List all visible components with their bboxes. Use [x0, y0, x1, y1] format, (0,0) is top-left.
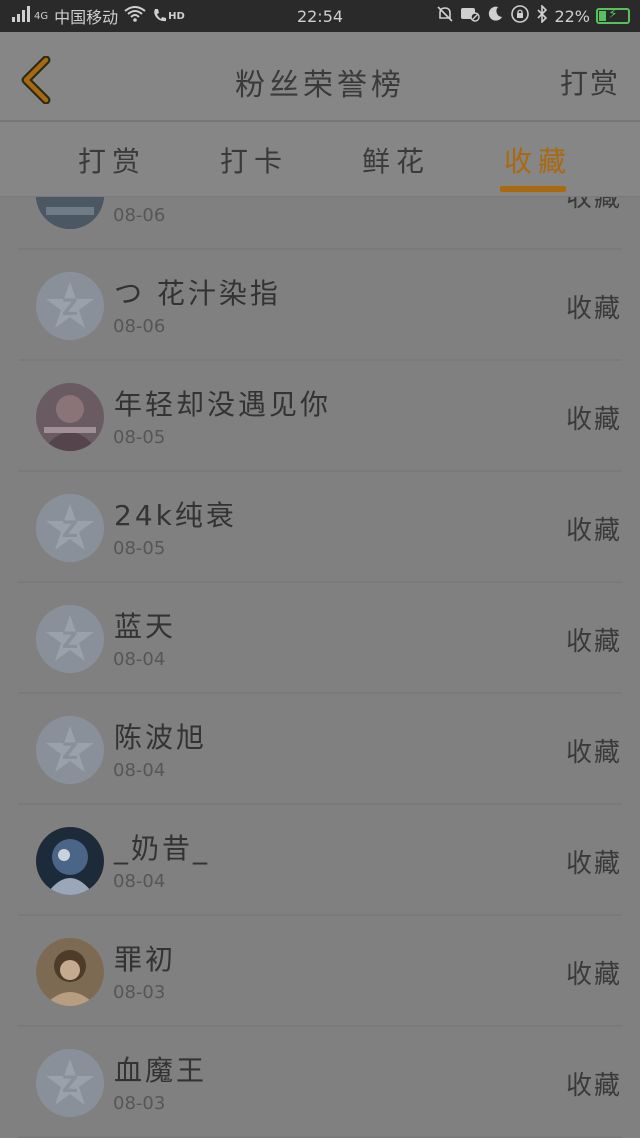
date: 08-03 — [113, 982, 166, 1003]
active-tab-indicator — [500, 186, 566, 192]
tab-flowers[interactable]: 鲜花 — [362, 140, 430, 180]
date: 08-03 — [113, 1093, 166, 1114]
mute-icon — [436, 5, 454, 27]
date: 08-04 — [113, 649, 166, 670]
avatar — [36, 827, 104, 895]
favorite-label: 收藏 — [565, 738, 622, 768]
list-item[interactable]: Z 陈波旭 08-04 收藏 — [0, 694, 640, 805]
favorite-label: 收藏 — [565, 627, 622, 657]
fan-name: 24k纯衰 — [114, 499, 237, 532]
hd-label: HD — [168, 10, 185, 22]
svg-text:Z: Z — [62, 1073, 78, 1098]
avatar — [36, 383, 104, 451]
favorite-label: 收藏 — [565, 516, 622, 546]
list-item[interactable]: Z 24k纯衰 08-05 收藏 — [0, 472, 640, 583]
lock-rotation-icon — [510, 4, 530, 28]
list-item[interactable]: Z 血魔王 08-03 收藏 — [0, 1027, 640, 1138]
fan-name: つ 花汁染指 — [114, 277, 281, 310]
date: 08-05 — [113, 427, 166, 448]
signal-icon — [10, 6, 32, 26]
svg-text:Z: Z — [62, 296, 78, 321]
battery-percent: 22% — [554, 6, 590, 26]
tip-button[interactable]: 打赏 — [560, 62, 620, 102]
moon-icon — [486, 5, 504, 27]
default-avatar-icon: Z — [36, 494, 104, 562]
date: 08-06 — [113, 205, 166, 226]
list-item[interactable]: Z 蓝天 08-04 收藏 — [0, 583, 640, 694]
bluetooth-icon — [536, 4, 548, 27]
favorite-label: 收藏 — [565, 960, 622, 990]
date: 08-04 — [113, 760, 166, 781]
favorite-label: 收藏 — [565, 294, 622, 324]
date: 08-05 — [113, 538, 166, 559]
call-hd-icon: HD — [152, 8, 185, 24]
status-bar: 4G 中国移动 HD 22:54 22% ⚡ — [0, 0, 640, 32]
default-avatar-icon: Z — [36, 605, 104, 673]
list-item[interactable]: Z つ 花汁染指 08-06 收藏 — [0, 250, 640, 361]
date: 08-06 — [113, 316, 166, 337]
default-avatar-icon: Z — [36, 1049, 104, 1117]
fan-name: _奶昔_ — [114, 832, 211, 865]
tab-checkin[interactable]: 打卡 — [220, 140, 288, 180]
favorite-label: 收藏 — [565, 1071, 622, 1101]
favorite-label: 收藏 — [565, 405, 622, 435]
date: 08-04 — [113, 871, 166, 892]
svg-text:Z: Z — [62, 629, 78, 654]
fan-name: 血魔王 — [114, 1054, 208, 1087]
dnd-icon — [460, 5, 481, 27]
tab-tip[interactable]: 打赏 — [78, 140, 146, 180]
fan-name: 年轻却没遇见你 — [114, 388, 332, 421]
wifi-icon — [124, 6, 146, 26]
fan-name: 蓝天 — [114, 610, 177, 643]
network-type: 4G — [34, 10, 49, 22]
carrier-name: 中国移动 — [54, 8, 119, 27]
list-item[interactable]: _奶昔_ 08-04 收藏 — [0, 805, 640, 916]
header: 粉丝荣誉榜 打赏 — [0, 32, 640, 120]
tab-bar: 打赏 打卡 鲜花 收藏 — [0, 122, 640, 197]
battery-charging-icon: ⚡ — [596, 7, 630, 24]
list-item[interactable]: 08-06 收藏 — [0, 197, 640, 250]
avatar — [36, 938, 104, 1006]
fan-name: 罪初 — [114, 943, 177, 976]
favorite-label: 收藏 — [565, 197, 622, 213]
favorite-label: 收藏 — [565, 849, 622, 879]
svg-text:Z: Z — [62, 740, 78, 765]
tab-favorites[interactable]: 收藏 — [504, 140, 572, 180]
page-title: 粉丝荣誉榜 — [235, 68, 405, 103]
default-avatar-icon: Z — [36, 716, 104, 784]
svg-text:Z: Z — [62, 518, 78, 543]
list-item[interactable]: 罪初 08-03 收藏 — [0, 916, 640, 1027]
list-item[interactable]: 年轻却没遇见你 08-05 收藏 — [0, 361, 640, 472]
avatar — [36, 197, 104, 229]
fan-name: 陈波旭 — [114, 721, 208, 754]
default-avatar-icon: Z — [36, 272, 104, 340]
fan-list[interactable]: 08-06 收藏 Z つ 花汁染指 08-06 收藏 年轻却没遇见你 08-05… — [0, 197, 640, 1138]
